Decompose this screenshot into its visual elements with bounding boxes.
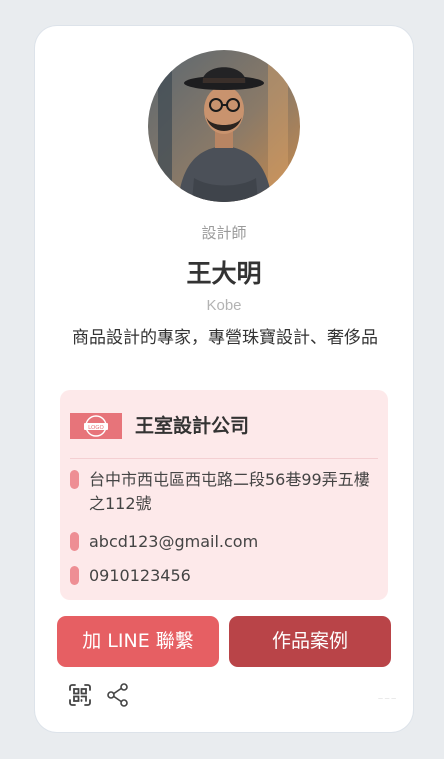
profile-avatar (148, 50, 300, 202)
english-name: Kobe (206, 297, 242, 314)
bio-text: 商品設計的專家，專營珠寶設計、奢侈品 (72, 328, 378, 348)
portfolio-button[interactable]: 作品案例 (229, 616, 391, 667)
company-name: 王室設計公司 (135, 415, 250, 437)
share-icon[interactable] (105, 682, 131, 708)
address-text: 台中市西屯區西屯路二段56巷99弄五樓之112號 (89, 470, 370, 513)
bullet-icon (70, 566, 79, 585)
company-info-box: LOGO 王室設計公司 台中市西屯區西屯路二段56巷99弄五樓之112號 abc… (60, 390, 388, 600)
phone-text[interactable]: 0910123456 (89, 564, 382, 588)
company-logo: LOGO (70, 413, 122, 439)
logo-text: LOGO (88, 425, 104, 431)
bullet-icon (70, 470, 79, 489)
business-card: 設計師 王大明 Kobe 商品設計的專家，專營珠寶設計、奢侈品 LOGO 王室設… (35, 26, 413, 732)
person-name: 王大明 (186, 259, 262, 288)
qr-code-icon[interactable] (67, 682, 93, 708)
bullet-icon (70, 532, 79, 551)
job-title: 設計師 (201, 224, 247, 242)
email-text[interactable]: abcd123@gmail.com (89, 530, 382, 554)
add-line-button[interactable]: 加 LINE 聯繫 (57, 616, 219, 667)
watermark-text: — — — (378, 696, 397, 702)
divider (70, 458, 378, 459)
